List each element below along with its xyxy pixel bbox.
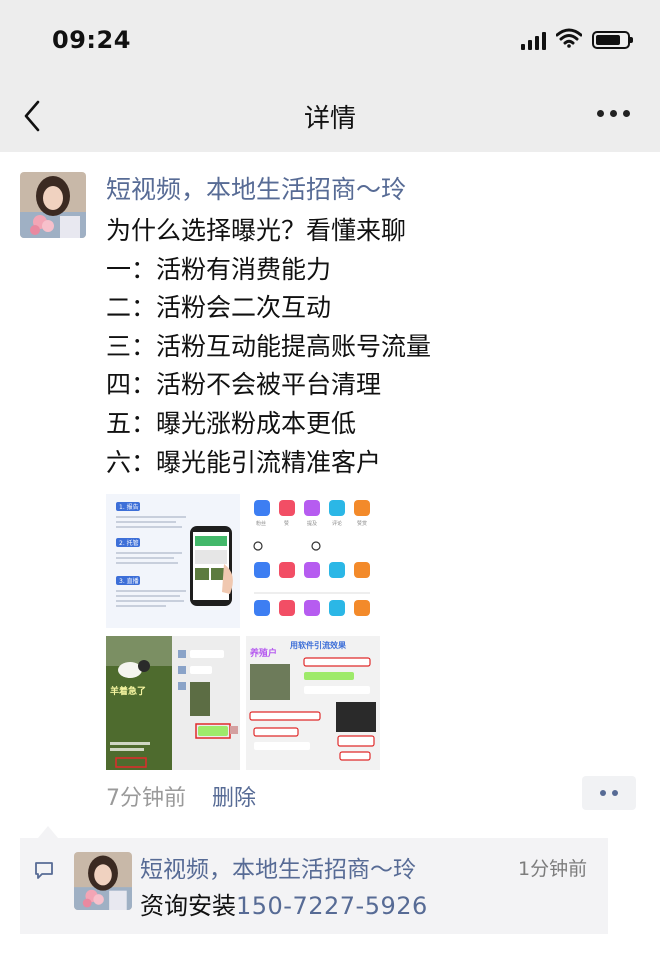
post-line: 五：曝光涨粉成本更低 [106,408,357,438]
step-label: 3. 直播 [119,577,139,585]
interaction-icons-image[interactable]: 粉丝 赞 提及 评论 赞赏 [246,494,380,628]
icon-label: 赞 [284,520,289,527]
comment-text: 资询安装150-7227-5926 [140,886,428,921]
tag-text: 养殖户 [249,647,277,659]
status-time: 09:24 [52,26,131,54]
delete-button[interactable]: 删除 [212,780,256,812]
step-label: 1. 报告 [119,503,139,511]
status-icons [521,28,633,52]
traffic-effect-image[interactable]: 养殖户 用软件引流效果 [246,636,380,770]
post-line: 一：活粉有消费能力 [106,254,332,284]
post-text: 为什么选择曝光？看懂来聊 一：活粉有消费能力 二：活粉会二次互动 三：活粉互动能… [106,212,431,482]
post-author[interactable]: 短视频，本地生活招商～玲 [106,170,406,206]
image-grid: 1. 报告 2. 托管 3. 直播 粉丝 赞 提及 评论 赞赏 羊着急了 养殖户… [106,494,380,770]
icon-label: 评论 [332,520,342,527]
comment-icon [34,860,54,884]
phone-link[interactable]: 150-7227-5926 [236,892,428,920]
icon-label: 赞赏 [357,520,367,527]
post-line: 二：活粉会二次互动 [106,293,332,323]
headline-text: 用软件引流效果 [289,640,346,650]
more-icon [597,110,604,117]
avatar[interactable] [20,172,86,238]
video-overlay-text: 羊着急了 [110,685,146,697]
post-line: 六：曝光能引流精准客户 [106,447,382,477]
dots-icon [600,790,606,796]
comment-author[interactable]: 短视频，本地生活招商～玲 [140,850,416,884]
wifi-icon [555,28,583,52]
step-label: 2. 托管 [119,539,139,547]
battery-icon [592,31,633,49]
comment-time: 1分钟前 [518,858,588,880]
post-line: 三：活粉互动能提高账号流量 [106,331,432,361]
top-bar: 09:24 详情 [0,0,660,152]
comment-like-button[interactable] [582,776,636,810]
post-line: 四：活粉不会被平台清理 [106,370,382,400]
comment-avatar[interactable] [74,852,132,910]
more-button[interactable] [597,110,630,117]
comment-text-prefix: 资询安装 [140,892,236,920]
post-line: 为什么选择曝光？看懂来聊 [106,216,407,245]
post-time: 7分钟前 [106,786,186,811]
icon-label: 粉丝 [256,520,266,527]
signal-icon [521,30,546,50]
step-guide-image[interactable]: 1. 报告 2. 托管 3. 直播 [106,494,240,628]
page-title: 详情 [303,104,356,134]
icon-label: 提及 [307,520,317,527]
video-screenshot-image[interactable]: 羊着急了 [106,636,240,770]
